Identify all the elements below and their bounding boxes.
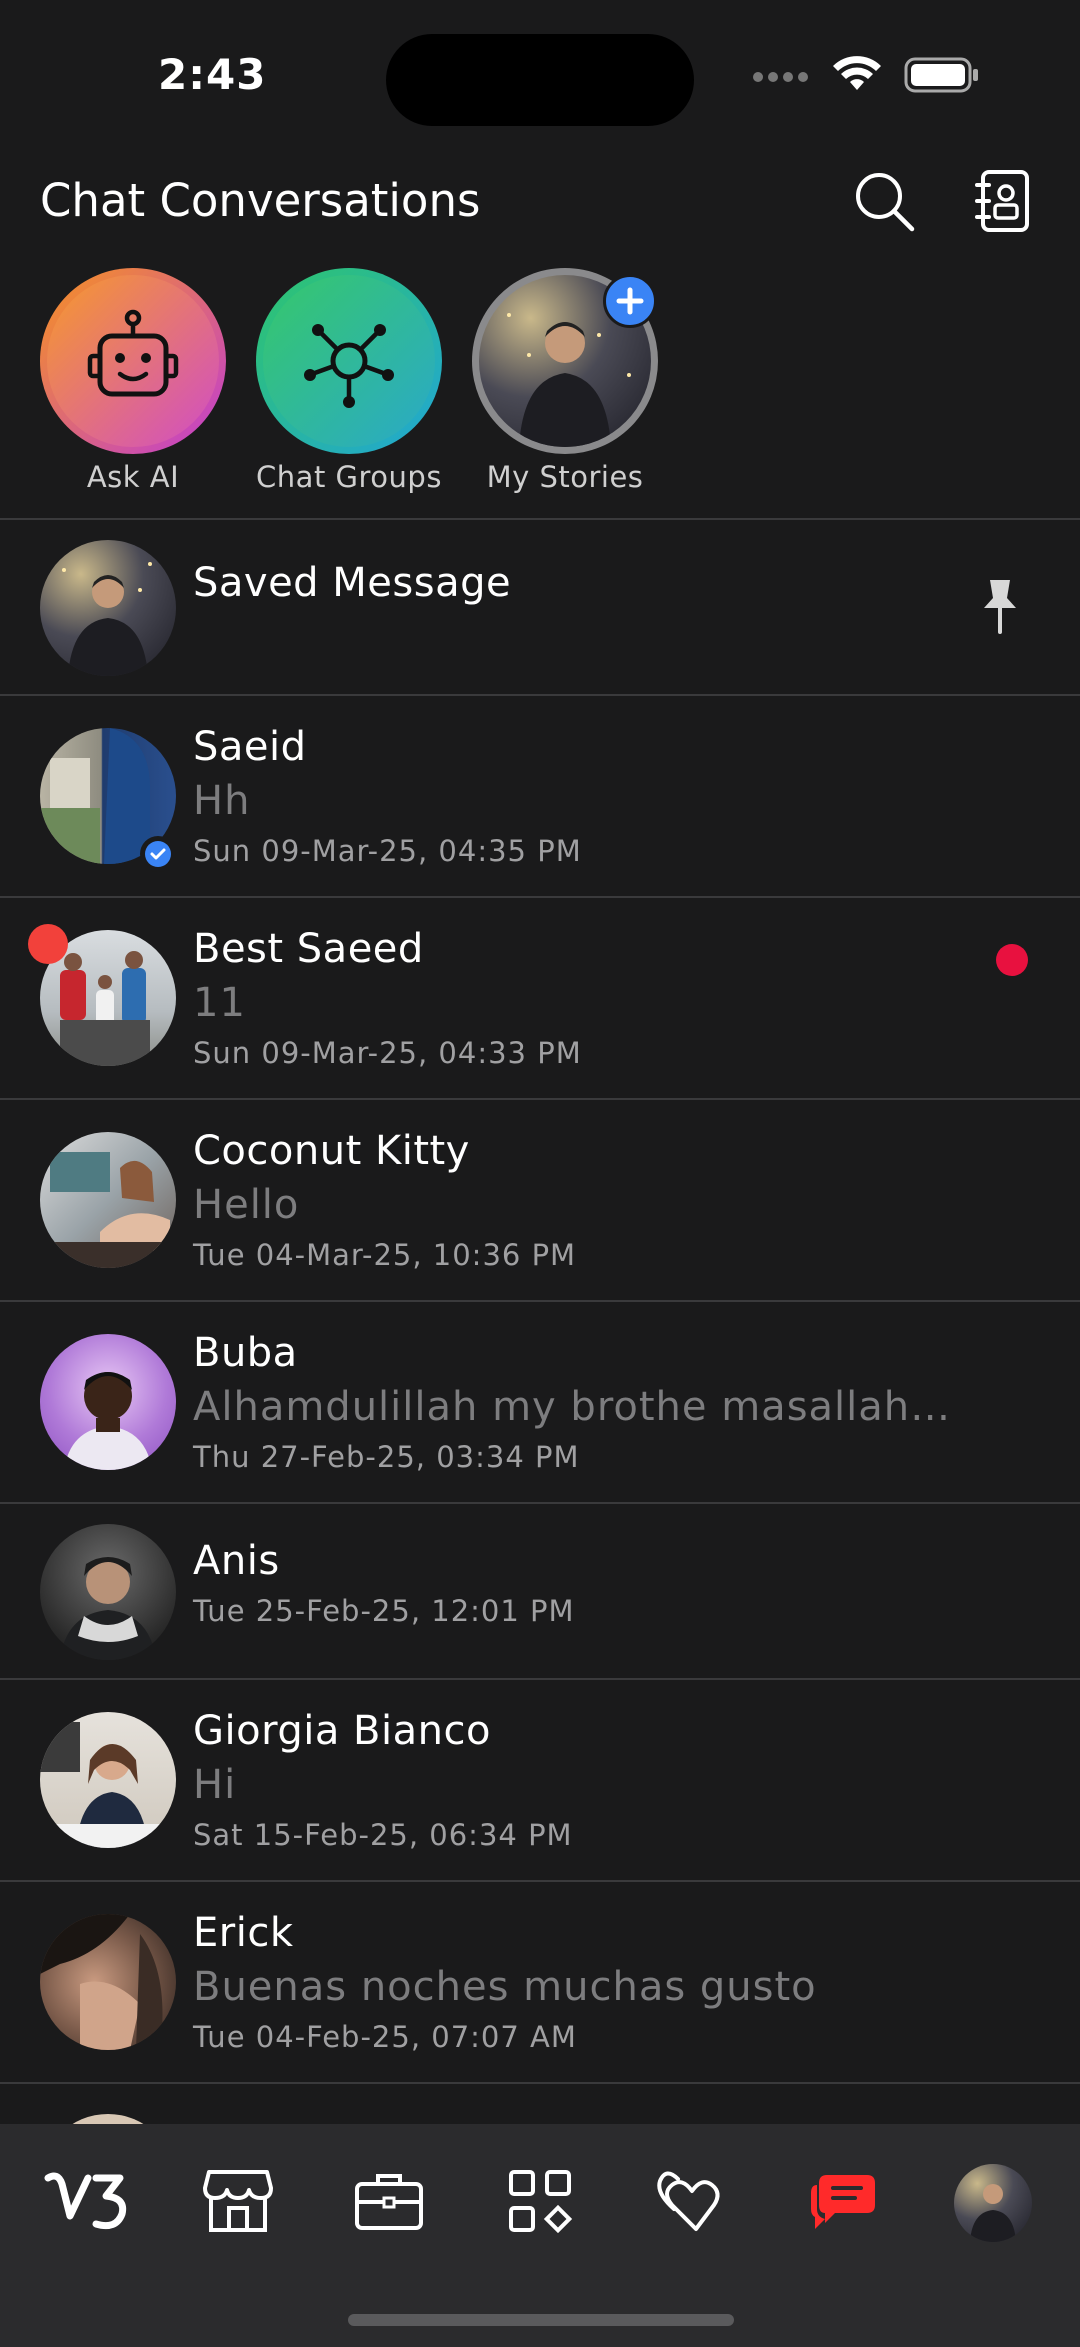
chat-time: Sat 15-Feb-25, 06:34 PM: [193, 1818, 573, 1852]
contacts-button[interactable]: [968, 168, 1038, 238]
chat-time: Thu 27-Feb-25, 03:34 PM: [193, 1440, 580, 1474]
chat-text: Erick Buenas noches muchas gusto Tue 04-…: [193, 1910, 1020, 2054]
story-ask-ai[interactable]: Ask AI: [33, 268, 233, 494]
apps-grid-icon: [507, 2168, 573, 2238]
chat-preview: Hi: [193, 1762, 237, 1808]
network-hub-icon: [263, 275, 435, 447]
tab-chats[interactable]: [797, 2158, 887, 2248]
profile-avatar: [954, 2164, 1032, 2242]
chat-row-best-saeed[interactable]: Best Saeed 11 Sun 09-Mar-25, 04:33 PM: [0, 896, 1080, 1098]
chat-row-coconut-kitty[interactable]: Coconut Kitty Hello Tue 04-Mar-25, 10:36…: [0, 1098, 1080, 1300]
story-label: Ask AI: [86, 460, 180, 494]
search-icon: [852, 169, 916, 237]
signal-dots-icon: [752, 68, 810, 87]
chat-preview: Hello: [193, 1182, 300, 1228]
add-story-icon[interactable]: [603, 274, 657, 328]
robot-icon: [47, 275, 219, 447]
avatar: [40, 1914, 176, 2050]
pin-icon[interactable]: [980, 576, 1020, 640]
chat-name: Saved Message: [193, 560, 512, 606]
chat-time: Tue 04-Mar-25, 10:36 PM: [193, 1238, 577, 1272]
wifi-icon: [832, 56, 882, 98]
avatar: [40, 540, 176, 676]
chat-bubble-icon: [807, 2169, 877, 2237]
chat-time: Tue 25-Feb-25, 12:01 PM: [193, 1594, 575, 1628]
chat-time: Sun 09-Mar-25, 04:33 PM: [193, 1036, 582, 1070]
avatar: [40, 1132, 176, 1268]
status-bar: 2:43: [0, 0, 1080, 150]
chat-name: Coconut Kitty: [193, 1128, 470, 1174]
story-ring: [40, 268, 226, 454]
chat-row-saeid[interactable]: Saeid Hh Sun 09-Mar-25, 04:35 PM: [0, 694, 1080, 896]
chat-time: Sun 09-Mar-25, 04:35 PM: [193, 834, 582, 868]
verified-badge-icon: [140, 836, 176, 872]
battery-icon: [904, 56, 980, 98]
stories-row: Ask AI Chat Groups My Stories: [0, 262, 1080, 517]
status-time: 2:43: [158, 50, 267, 99]
chat-text: Buba Alhamdulillah my brothe masallah l.…: [193, 1330, 1020, 1474]
header: Chat Conversations: [0, 150, 1080, 260]
story-my-stories[interactable]: My Stories: [465, 268, 665, 494]
chat-row-erick[interactable]: Erick Buenas noches muchas gusto Tue 04-…: [0, 1880, 1080, 2082]
chat-text: Saved Message: [193, 560, 1020, 606]
chat-name: Buba: [193, 1330, 298, 1376]
home-indicator: [348, 2314, 734, 2326]
store-icon: [203, 2168, 273, 2238]
chat-preview: Hh: [193, 778, 251, 824]
chat-row-anis[interactable]: Anis Tue 25-Feb-25, 12:01 PM: [0, 1502, 1080, 1678]
tab-store[interactable]: [193, 2158, 283, 2248]
avatar: [40, 1712, 176, 1848]
chat-preview: Buenas noches muchas gusto: [193, 1964, 817, 2010]
chat-time: Tue 04-Feb-25, 07:07 AM: [193, 2020, 577, 2054]
tab-dating[interactable]: [646, 2158, 736, 2248]
tab-business[interactable]: [344, 2158, 434, 2248]
chat-preview: Alhamdulillah my brothe masallah l...: [193, 1384, 953, 1430]
story-ring: [256, 268, 442, 454]
chat-name: Saeid: [193, 724, 307, 770]
tab-profile[interactable]: [948, 2158, 1038, 2248]
story-label: Chat Groups: [256, 460, 442, 494]
chat-name: Giorgia Bianco: [193, 1708, 491, 1754]
contacts-book-icon: [974, 169, 1032, 237]
online-status-dot: [28, 924, 68, 964]
page-title: Chat Conversations: [40, 174, 481, 227]
briefcase-icon: [354, 2170, 424, 2236]
avatar: [40, 1524, 176, 1660]
tab-home[interactable]: [42, 2158, 132, 2248]
chat-text: Best Saeed 11 Sun 09-Mar-25, 04:33 PM: [193, 926, 1020, 1070]
unread-indicator: [996, 944, 1028, 976]
chat-preview: 11: [193, 980, 246, 1026]
chat-text: Saeid Hh Sun 09-Mar-25, 04:35 PM: [193, 724, 1020, 868]
chat-name: Best Saeed: [193, 926, 424, 972]
chat-text: Coconut Kitty Hello Tue 04-Mar-25, 10:36…: [193, 1128, 1020, 1272]
status-icons: [752, 56, 980, 98]
chat-name: Anis: [193, 1538, 280, 1584]
hearts-icon: [656, 2169, 726, 2237]
chat-name: Erick: [193, 1910, 294, 1956]
story-chat-groups[interactable]: Chat Groups: [249, 268, 449, 494]
dynamic-island: [386, 34, 694, 126]
chat-row-giorgia-bianco[interactable]: Giorgia Bianco Hi Sat 15-Feb-25, 06:34 P…: [0, 1678, 1080, 1880]
avatar: [40, 1334, 176, 1470]
chat-text: Anis Tue 25-Feb-25, 12:01 PM: [193, 1538, 1020, 1628]
search-button[interactable]: [849, 168, 919, 238]
story-label: My Stories: [486, 460, 644, 494]
tab-apps[interactable]: [495, 2158, 585, 2248]
chat-list: Saved Message Saeid Hh Sun 09-Mar-25, 04…: [0, 518, 1080, 2250]
chat-text: Giorgia Bianco Hi Sat 15-Feb-25, 06:34 P…: [193, 1708, 1020, 1852]
app-logo-icon: [44, 2170, 130, 2236]
chat-row-saved-message[interactable]: Saved Message: [0, 518, 1080, 694]
chat-row-buba[interactable]: Buba Alhamdulillah my brothe masallah l.…: [0, 1300, 1080, 1502]
